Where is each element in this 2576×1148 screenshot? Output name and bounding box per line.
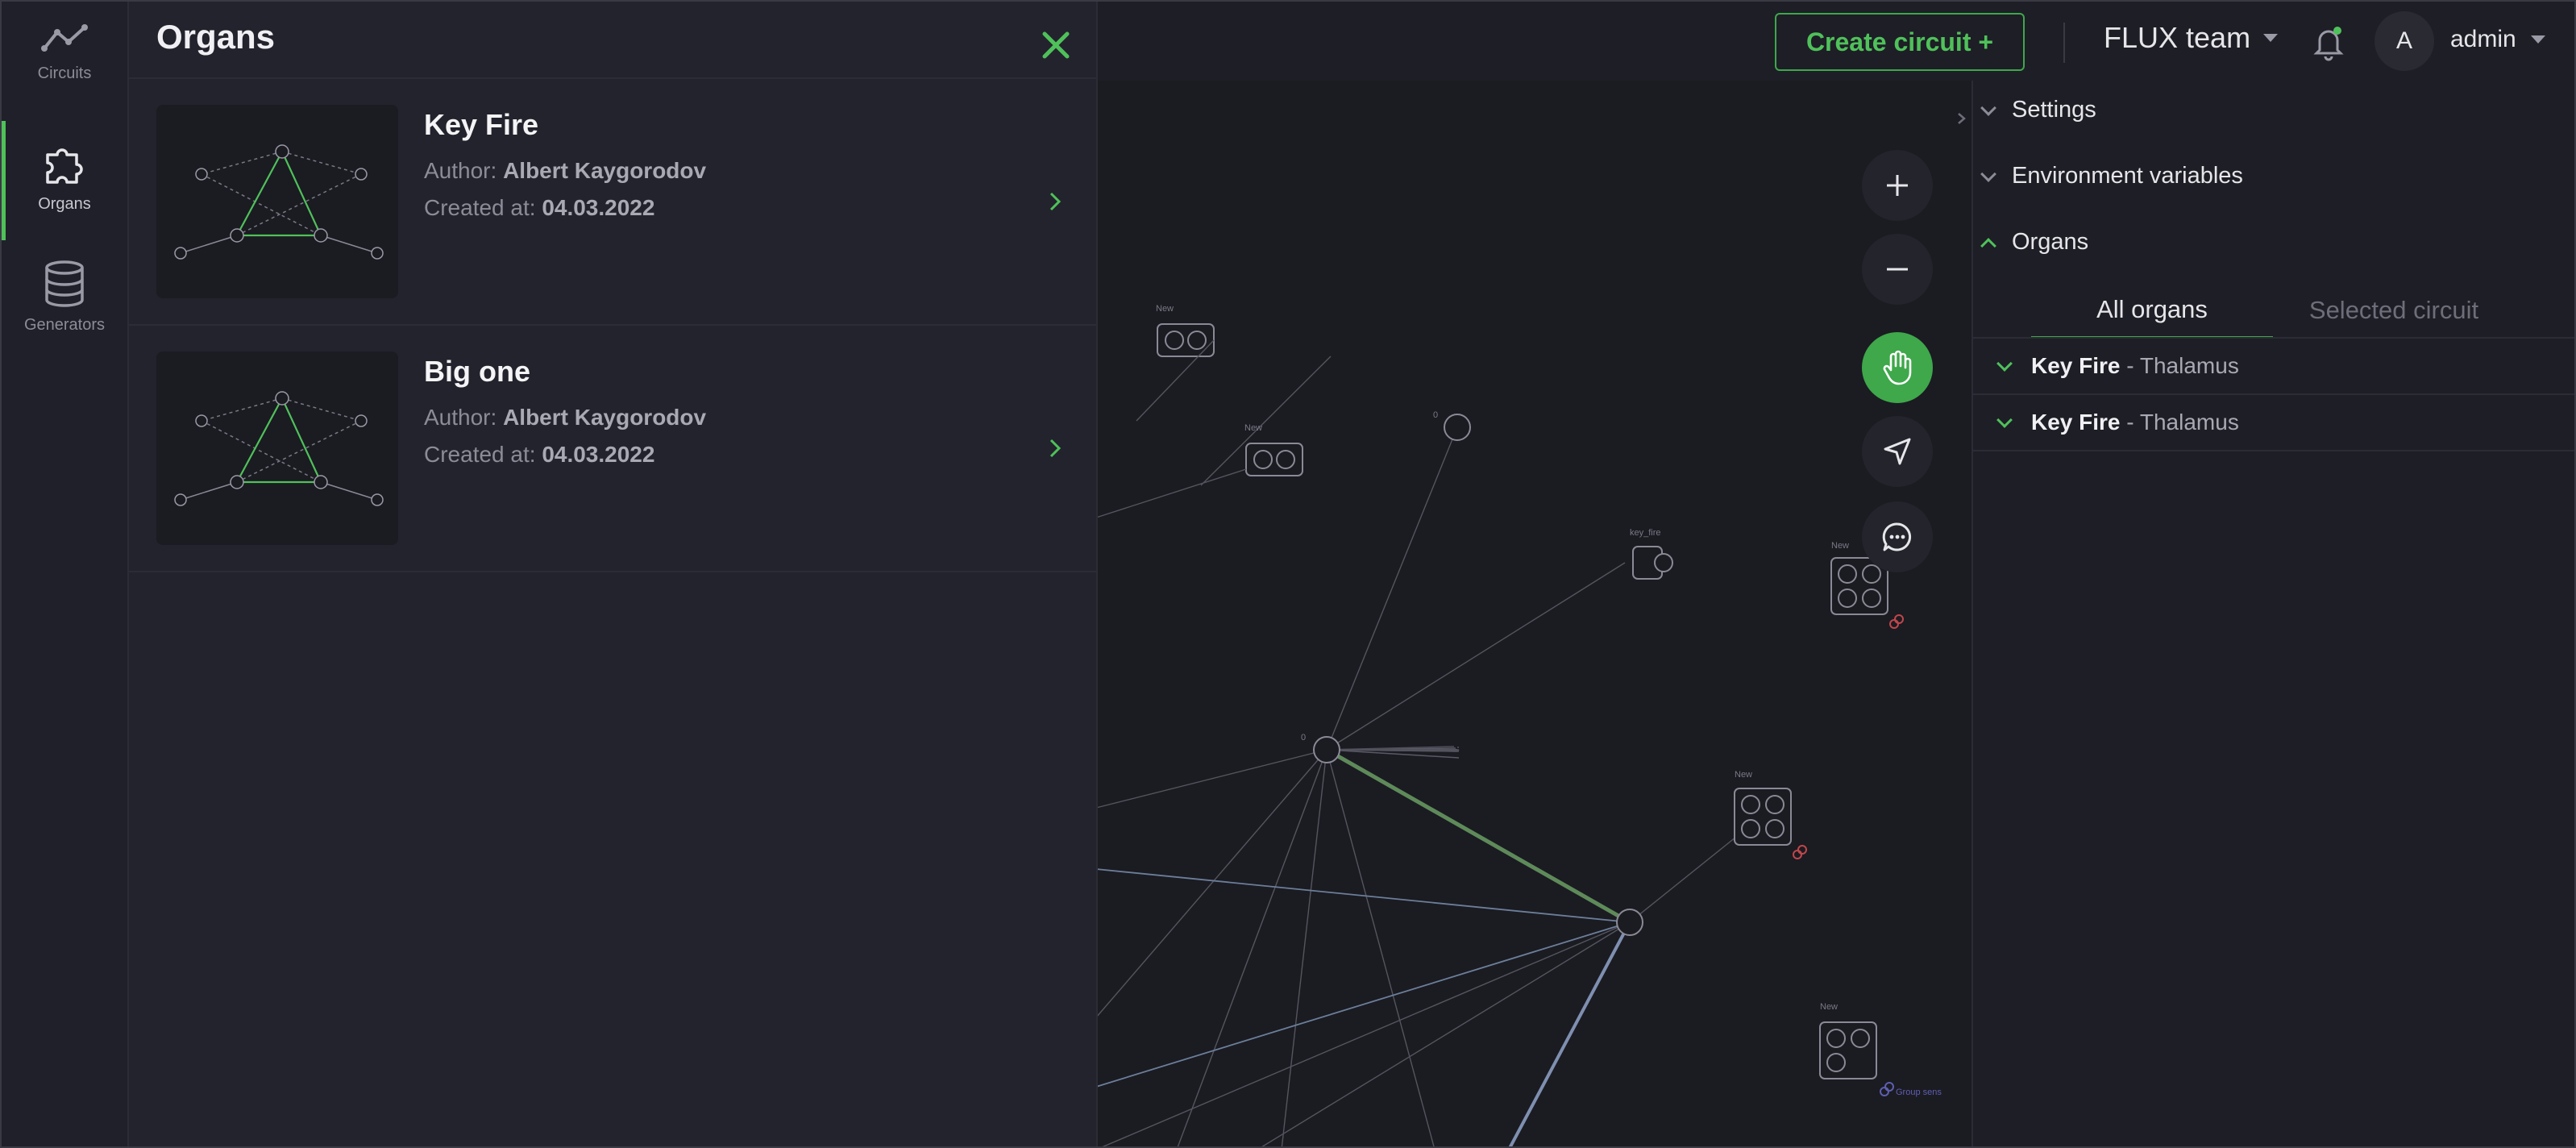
nav-label: Circuits xyxy=(37,64,92,82)
chevron-down-icon xyxy=(2263,34,2279,42)
avatar[interactable]: A xyxy=(2374,11,2434,71)
node-label: 0 xyxy=(1433,410,1438,420)
node-label: New xyxy=(1831,541,1849,551)
organ-author: Author: Albert Kaygorodov xyxy=(424,158,707,183)
drawer-title: Organs xyxy=(156,18,276,56)
team-selector[interactable]: FLUX team xyxy=(2104,21,2279,55)
left-nav-rail: Circuits Organs Generators xyxy=(2,2,129,1146)
neuron-node xyxy=(1313,736,1340,763)
node-label: 0 xyxy=(1301,733,1306,742)
chevron-up-icon xyxy=(1980,237,1996,254)
chevron-down-icon xyxy=(1980,165,1996,182)
database-icon xyxy=(45,260,84,307)
nav-label: Organs xyxy=(38,195,91,213)
node-label: New xyxy=(1820,1002,1838,1012)
nav-item-generators[interactable]: Generators xyxy=(2,240,127,360)
node-label: key_fire xyxy=(1630,528,1661,538)
node-label: New xyxy=(1156,304,1174,314)
organ-list-item[interactable]: Key Fire - Thalamus xyxy=(1973,339,2574,395)
zoom-in-button[interactable] xyxy=(1862,150,1933,221)
section-organs[interactable]: Organs xyxy=(1980,229,2089,256)
organ-type: - Thalamus xyxy=(2120,353,2239,378)
divider xyxy=(129,571,1098,572)
chevron-down-icon xyxy=(1996,356,2013,372)
nav-item-organs[interactable]: Organs xyxy=(2,121,127,240)
organ-created: Created at: 04.03.2022 xyxy=(424,442,655,467)
chevron-down-icon xyxy=(2530,35,2545,44)
divider xyxy=(129,324,1098,326)
chevron-down-icon xyxy=(1996,412,2013,428)
team-name: FLUX team xyxy=(2104,21,2251,54)
section-label: Organs xyxy=(2012,229,2089,255)
user-name: admin xyxy=(2450,26,2516,52)
chevron-right-icon xyxy=(1958,113,1966,124)
organ-name: Big one xyxy=(424,355,530,388)
comment-tool-button[interactable] xyxy=(1862,501,1933,572)
organ-name: Key Fire xyxy=(2031,353,2121,378)
chart-line-icon xyxy=(41,24,88,52)
organ-list-item[interactable]: Key Fire - Thalamus xyxy=(1973,395,2574,451)
puzzle-icon xyxy=(46,148,83,184)
chevron-right-icon[interactable] xyxy=(1048,435,1064,461)
tab-all-organs[interactable]: All organs xyxy=(2031,282,2273,339)
plus-icon xyxy=(1887,175,1908,196)
group-link-label: Group sens xyxy=(1896,1088,1942,1097)
nav-item-circuits[interactable]: Circuits xyxy=(2,2,127,121)
section-environment-variables[interactable]: Environment variables xyxy=(1980,163,2243,189)
section-settings[interactable]: Settings xyxy=(1980,97,2096,123)
organ-thumbnail xyxy=(156,105,398,298)
receptor-node xyxy=(1819,1021,1877,1079)
organ-card-big-one[interactable]: Big one Author: Albert Kaygorodov Create… xyxy=(156,351,1091,548)
app-window: New New 0 key_fire New 0 New New Group s… xyxy=(0,0,2576,1148)
cursor-arrow-icon xyxy=(1884,438,1911,465)
organ-name: Key Fire xyxy=(424,108,539,141)
chat-bubble-icon xyxy=(1882,522,1912,551)
organ-name: Key Fire xyxy=(2031,410,2121,435)
node-label: New xyxy=(1735,770,1752,780)
chevron-right-icon[interactable] xyxy=(1048,189,1064,214)
chevron-down-icon xyxy=(1980,99,1996,116)
neuron-node xyxy=(1444,414,1471,441)
collapse-panel-button[interactable] xyxy=(1952,106,1971,131)
user-menu[interactable]: admin xyxy=(2450,26,2545,53)
organ-type: - Thalamus xyxy=(2120,410,2239,435)
organ-tabs: All organs Selected circuit xyxy=(2031,282,2515,339)
nav-label: Generators xyxy=(23,316,106,334)
organ-card-key-fire[interactable]: Key Fire Author: Albert Kaygorodov Creat… xyxy=(156,105,1091,302)
hand-icon xyxy=(1883,350,1912,385)
create-circuit-button[interactable]: Create circuit + xyxy=(1775,13,2025,71)
divider xyxy=(129,77,1098,79)
receptor-node xyxy=(1734,788,1792,846)
organs-drawer: Organs Key Fire Author: Albert Kaygorodo… xyxy=(129,2,1098,1146)
notification-bell-icon[interactable] xyxy=(2310,23,2347,63)
node-label: New xyxy=(1244,423,1262,433)
neuron-node xyxy=(1616,909,1643,936)
minus-icon xyxy=(1887,268,1908,271)
organ-thumbnail xyxy=(156,351,398,545)
tab-selected-circuit[interactable]: Selected circuit xyxy=(2273,282,2515,339)
zoom-out-button[interactable] xyxy=(1862,234,1933,305)
pan-tool-button[interactable] xyxy=(1862,332,1933,403)
topbar-divider xyxy=(2063,23,2065,63)
organ-author: Author: Albert Kaygorodov xyxy=(424,405,707,430)
close-icon[interactable] xyxy=(1040,29,1072,61)
section-label: Environment variables xyxy=(2012,163,2243,189)
organ-created: Created at: 04.03.2022 xyxy=(424,195,655,220)
select-tool-button[interactable] xyxy=(1862,416,1933,487)
section-label: Settings xyxy=(2012,97,2096,123)
